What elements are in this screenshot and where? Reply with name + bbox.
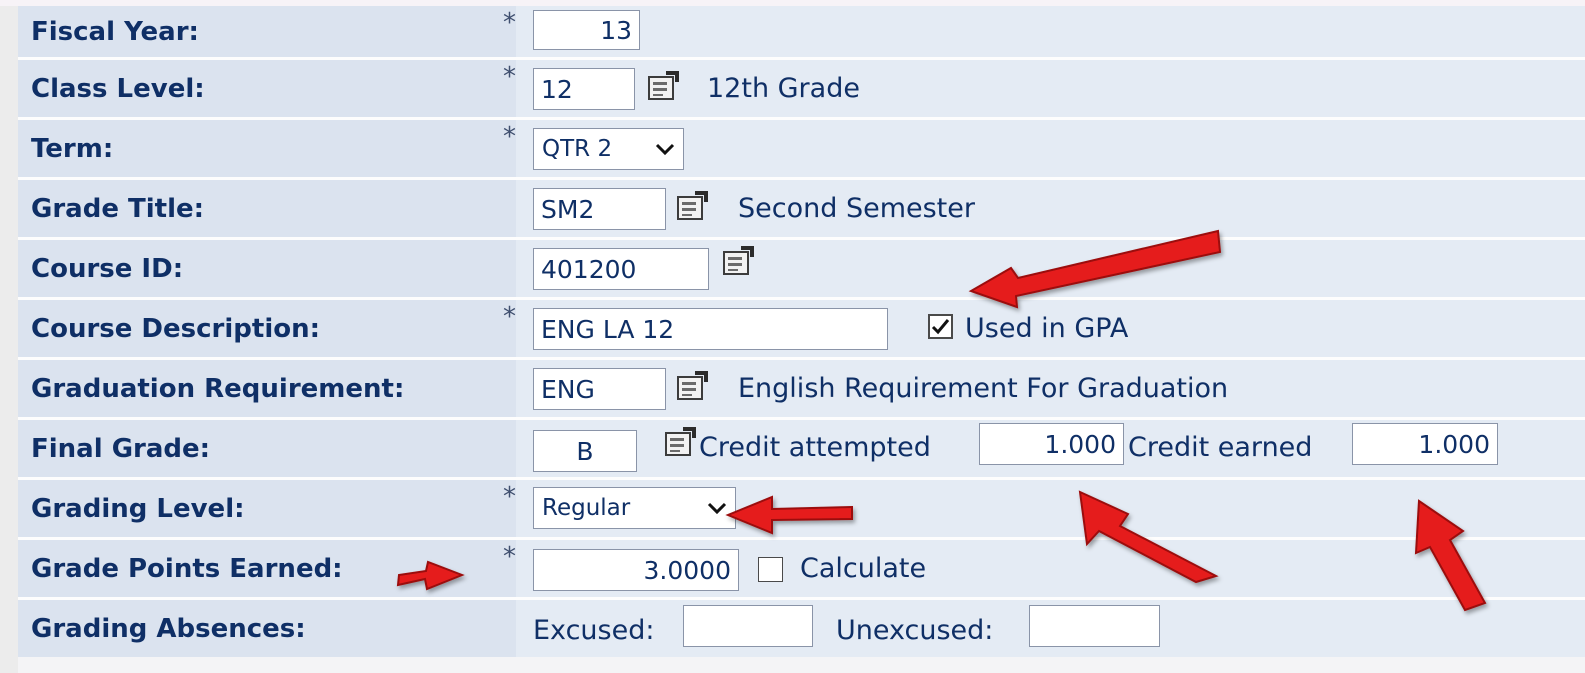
red-arrow-icon [396,560,465,591]
red-arrow-icon [1414,499,1487,612]
red-arrow-icon [1078,490,1219,584]
red-arrow-icon [968,229,1222,309]
annotation-arrows [396,229,1487,612]
red-arrow-icon [725,495,853,535]
